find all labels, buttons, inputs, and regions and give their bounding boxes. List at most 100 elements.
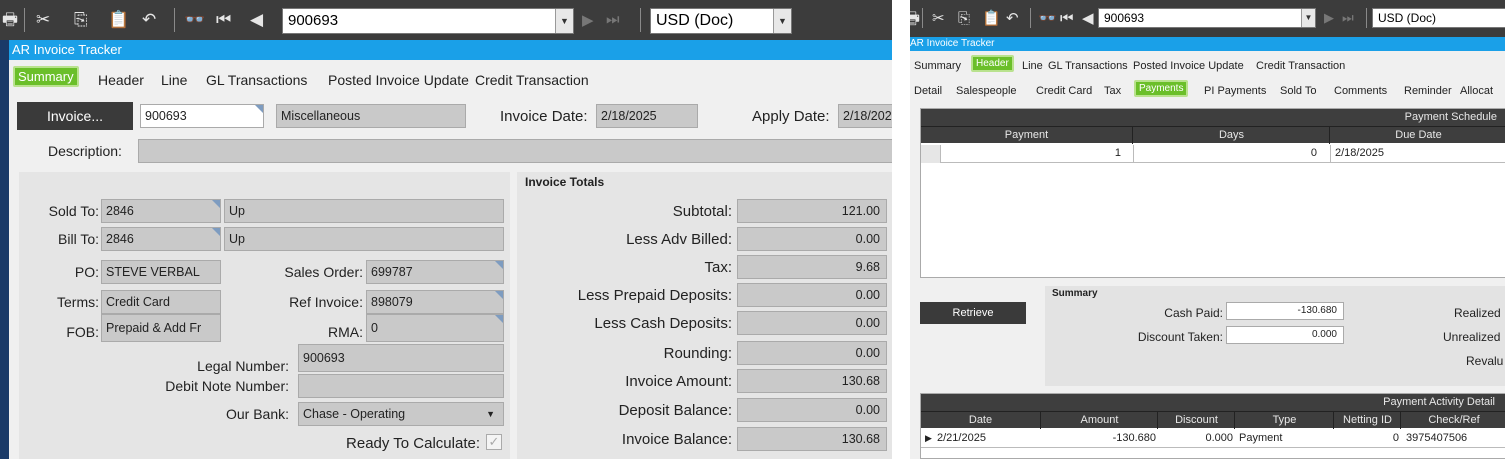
legal-number-field[interactable]: 900693 xyxy=(298,344,504,372)
apply-date-label: Apply Date: xyxy=(752,108,830,125)
next-record-icon[interactable]: ▶ xyxy=(1324,10,1334,26)
binoculars-icon[interactable]: 👓 xyxy=(1038,10,1057,28)
rma-label: RMA: xyxy=(328,324,363,340)
column-divider xyxy=(1133,145,1134,163)
tab-credit-transaction[interactable]: Credit Transaction xyxy=(1256,60,1345,72)
debit-note-field[interactable] xyxy=(298,374,504,398)
row-selector[interactable] xyxy=(921,145,941,163)
invoice-button[interactable]: Invoice... xyxy=(17,102,133,130)
subtab-payments[interactable]: Payments xyxy=(1134,80,1189,97)
column-header-date: Date xyxy=(921,412,1041,429)
invoice-date-field[interactable]: 2/18/2025 xyxy=(596,104,698,128)
payment-cell: 1 xyxy=(1114,147,1121,159)
subtab-allocations[interactable]: Allocat xyxy=(1460,85,1493,97)
totals-label: Deposit Balance: xyxy=(618,402,732,419)
bill-to-id-field[interactable]: 2846 xyxy=(101,227,221,251)
copy-icon[interactable]: ⎘ xyxy=(74,11,88,29)
main-tab-bar: Summary Header Line GL Transactions Post… xyxy=(9,66,892,94)
tab-header[interactable]: Header xyxy=(971,55,1014,72)
sold-to-id-field[interactable]: 2846 xyxy=(101,199,221,223)
terms-field[interactable]: Credit Card xyxy=(101,290,221,314)
unrealized-label: Unrealized xyxy=(1443,330,1501,344)
payment-activity-header-row: Date Amount Discount Type Netting ID Che… xyxy=(921,411,1505,429)
undo-icon[interactable]: ↶ xyxy=(1006,10,1019,28)
subtab-comments[interactable]: Comments xyxy=(1334,85,1387,97)
table-row[interactable]: ▶ 2/21/2025 -130.680 0.000 Payment 0 397… xyxy=(921,430,1505,448)
column-header-discount: Discount xyxy=(1159,412,1235,429)
subtab-detail[interactable]: Detail xyxy=(914,85,942,97)
rma-field[interactable]: 0 xyxy=(366,314,504,342)
first-record-icon[interactable]: ⏮ xyxy=(1060,10,1074,28)
netting-id-cell: 0 xyxy=(1392,432,1399,444)
type-cell: Payment xyxy=(1239,432,1283,444)
subtab-sold-to[interactable]: Sold To xyxy=(1280,85,1317,97)
tab-gl-transactions[interactable]: GL Transactions xyxy=(1048,60,1128,72)
subtab-tax[interactable]: Tax xyxy=(1104,85,1121,97)
first-record-icon[interactable]: ⏮ xyxy=(216,11,231,29)
apply-date-field[interactable]: 2/18/202 xyxy=(838,104,892,128)
totals-value: 0.00 xyxy=(737,341,887,365)
copy-icon[interactable]: ⎘ xyxy=(958,10,970,28)
tab-header[interactable]: Header xyxy=(98,72,144,88)
discount-cell: 0.000 xyxy=(1205,432,1233,444)
tab-summary[interactable]: Summary xyxy=(914,60,961,72)
check-ref-cell: 3975407506 xyxy=(1406,432,1468,444)
paste-icon[interactable]: 📋 xyxy=(108,11,129,29)
currency-combo[interactable]: USD (Doc) xyxy=(1372,8,1505,28)
retrieve-button[interactable]: Retrieve xyxy=(920,302,1026,324)
printer-icon[interactable]: 🖶 xyxy=(2,11,18,29)
next-record-icon[interactable]: ▶ xyxy=(582,11,594,29)
record-value: 900693 xyxy=(288,12,339,29)
previous-record-icon[interactable]: ◀ xyxy=(250,11,263,29)
currency-combo[interactable]: USD (Doc) ▼ xyxy=(650,8,792,34)
right-invoice-tracker-window: 🖶 ✂ ⎘ 📋 ↶ 👓 ⏮ ◀ 900693 ▼ ▶ ⏭ USD (Doc) A… xyxy=(910,0,1505,459)
scissors-icon[interactable]: ✂ xyxy=(932,10,945,28)
totals-value: 130.68 xyxy=(737,369,887,393)
payment-schedule-header-row: Payment Days Due Date xyxy=(921,126,1505,144)
chevron-down-icon[interactable]: ▼ xyxy=(1301,9,1315,27)
summary-title: Summary xyxy=(1052,288,1098,299)
chevron-down-icon[interactable]: ▼ xyxy=(486,403,495,425)
printer-icon[interactable]: 🖶 xyxy=(910,10,920,28)
totals-value: 0.00 xyxy=(737,283,887,307)
tab-credit-transaction[interactable]: Credit Transaction xyxy=(475,72,589,88)
last-record-icon[interactable]: ⏭ xyxy=(606,11,620,28)
undo-icon[interactable]: ↶ xyxy=(142,11,156,29)
tab-line[interactable]: Line xyxy=(161,72,187,88)
ref-invoice-field[interactable]: 898079 xyxy=(366,290,504,314)
po-field[interactable]: STEVE VERBAL xyxy=(101,260,221,284)
tab-summary[interactable]: Summary xyxy=(13,66,79,87)
description-field[interactable] xyxy=(138,139,892,163)
record-combo[interactable]: 900693 ▼ xyxy=(282,8,574,34)
subtab-pi-payments[interactable]: PI Payments xyxy=(1204,85,1266,97)
toolbar-separator xyxy=(24,8,25,32)
sales-order-field[interactable]: 699787 xyxy=(366,260,504,284)
row-indicator-icon: ▶ xyxy=(925,433,932,443)
totals-label: Invoice Balance: xyxy=(621,431,732,448)
paste-icon[interactable]: 📋 xyxy=(982,10,1001,28)
column-header-payment: Payment xyxy=(921,127,1133,144)
sold-to-label: Sold To: xyxy=(48,203,99,219)
tab-posted-invoice-update[interactable]: Posted Invoice Update xyxy=(328,72,469,88)
invoice-number-field[interactable]: 900693 xyxy=(140,104,264,128)
our-bank-select[interactable]: Chase - Operating ▼ xyxy=(298,402,504,426)
binoculars-icon[interactable]: 👓 xyxy=(184,11,205,29)
tab-posted-invoice-update[interactable]: Posted Invoice Update xyxy=(1133,60,1244,72)
subtab-credit-card[interactable]: Credit Card xyxy=(1036,85,1092,97)
tab-gl-transactions[interactable]: GL Transactions xyxy=(206,72,307,88)
terms-label: Terms: xyxy=(57,294,99,310)
subtab-reminder[interactable]: Reminder xyxy=(1404,85,1452,97)
record-combo[interactable]: 900693 ▼ xyxy=(1098,8,1316,28)
column-header-due-date: Due Date xyxy=(1395,129,1442,141)
subtab-salespeople[interactable]: Salespeople xyxy=(956,85,1017,97)
ready-to-calculate-checkbox[interactable]: ✓ xyxy=(486,434,502,450)
chevron-down-icon[interactable]: ▼ xyxy=(555,9,573,33)
chevron-down-icon[interactable]: ▼ xyxy=(773,9,791,33)
fob-field[interactable]: Prepaid & Add Fr xyxy=(101,314,221,342)
last-record-icon[interactable]: ⏭ xyxy=(1342,10,1354,26)
table-row[interactable]: 1 0 2/18/2025 xyxy=(921,145,1505,163)
toolbar: 🖶 ✂ ⎘ 📋 ↶ 👓 ⏮ ◀ 900693 ▼ ▶ ⏭ USD (Doc) ▼ xyxy=(0,0,892,40)
previous-record-icon[interactable]: ◀ xyxy=(1082,10,1094,28)
tab-line[interactable]: Line xyxy=(1022,60,1043,72)
scissors-icon[interactable]: ✂ xyxy=(36,11,50,29)
